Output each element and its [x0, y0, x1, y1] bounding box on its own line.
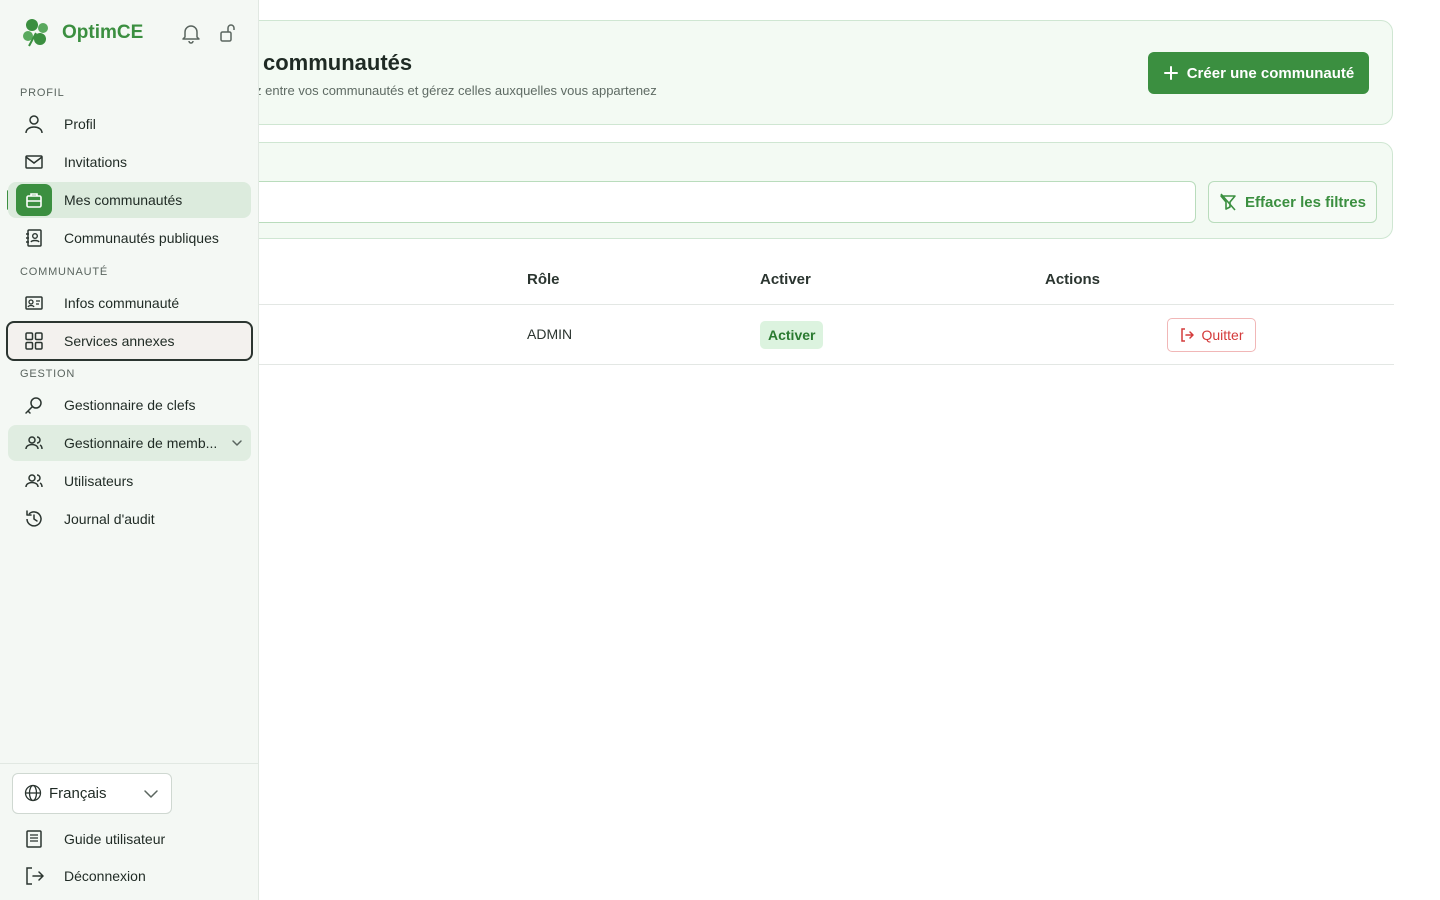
notifications-button[interactable]: [180, 22, 202, 49]
id-card-icon: [24, 293, 44, 313]
grid-icon: [24, 331, 44, 351]
sidebar-item-profil[interactable]: Profil: [8, 106, 251, 142]
section-label-profil: PROFIL: [20, 87, 65, 99]
column-header-actions: Actions: [1045, 271, 1101, 288]
section-label-communaute: COMMUNAUTÉ: [20, 266, 109, 278]
user-guide-link[interactable]: Guide utilisateur: [8, 823, 251, 855]
sidebar-item-services-annexes[interactable]: Services annexes: [6, 321, 253, 361]
quit-button[interactable]: Quitter: [1167, 318, 1256, 352]
key-icon: [24, 395, 44, 415]
history-icon: [24, 509, 44, 529]
brand[interactable]: OptimCE: [20, 18, 143, 48]
row-role: ADMIN: [527, 326, 573, 342]
quit-label: Quitter: [1201, 327, 1244, 343]
sidebar-item-invitations[interactable]: Invitations: [8, 144, 251, 180]
sidebar-item-label: Communautés publiques: [64, 230, 219, 246]
sidebar: OptimCE PROFIL Profil Invitations Mes co…: [0, 0, 259, 900]
users-icon: [24, 471, 44, 491]
chevron-down-icon: [144, 790, 158, 798]
language-value: Français: [49, 785, 107, 802]
globe-icon: [24, 784, 42, 802]
logout-icon: [24, 866, 44, 891]
status-badge: Activer: [760, 321, 824, 349]
create-community-label: Créer une communauté: [1186, 64, 1355, 82]
plus-icon: [1163, 66, 1178, 80]
users-icon: [24, 433, 44, 453]
sidebar-item-mes-communautes[interactable]: Mes communautés: [8, 182, 251, 218]
page-title: communautés: [263, 50, 413, 75]
sidebar-item-gestionnaire-clefs[interactable]: Gestionnaire de clefs: [8, 387, 251, 423]
clover-logo-icon: [23, 19, 48, 47]
app-name: OptimCE: [62, 22, 144, 43]
bell-icon: [182, 25, 200, 44]
sidebar-item-label: Mes communautés: [64, 192, 183, 208]
sidebar-item-label: Journal d'audit: [64, 511, 155, 527]
unlock-icon: [220, 24, 235, 42]
sidebar-item-infos-communaute[interactable]: Infos communauté: [8, 285, 251, 321]
sidebar-item-utilisateurs[interactable]: Utilisateurs: [8, 463, 251, 499]
column-header-role: Rôle: [527, 271, 560, 288]
clear-filters-button[interactable]: Effacer les filtres: [1208, 181, 1377, 223]
logout-icon: [1181, 328, 1195, 342]
sidebar-item-label: Utilisateurs: [64, 473, 134, 489]
table-header-divider: [200, 304, 1394, 305]
user-guide-label: Guide utilisateur: [64, 831, 166, 847]
sidebar-item-label: Gestionnaire de memb...: [64, 435, 218, 451]
user-icon: [24, 114, 44, 134]
filter-off-icon: [1220, 193, 1236, 211]
briefcase-icon: [16, 184, 52, 216]
sidebar-item-label: Infos communauté: [64, 295, 180, 311]
lock-button[interactable]: [218, 22, 238, 49]
search-input[interactable]: [200, 181, 1196, 223]
contact-book-icon: [24, 228, 44, 248]
sidebar-item-label: Profil: [64, 116, 96, 132]
sidebar-item-label: Services annexes: [64, 333, 175, 349]
clear-filters-label: Effacer les filtres: [1245, 193, 1366, 211]
sidebar-item-label: Gestionnaire de clefs: [64, 397, 196, 413]
chevron-down-icon: [232, 440, 242, 446]
logout-link[interactable]: Déconnexion: [8, 860, 251, 892]
table-row-divider: [200, 364, 1394, 365]
book-icon: [24, 829, 44, 854]
sidebar-item-communautes-publiques[interactable]: Communautés publiques: [8, 220, 251, 256]
sidebar-item-gestionnaire-membres[interactable]: Gestionnaire de memb...: [8, 425, 251, 461]
mail-icon: [24, 152, 44, 172]
create-community-button[interactable]: Créer une communauté: [1148, 52, 1369, 94]
logout-label: Déconnexion: [64, 868, 146, 884]
sidebar-item-journal-audit[interactable]: Journal d'audit: [8, 501, 251, 537]
language-select[interactable]: Français: [12, 773, 172, 814]
column-header-activer: Activer: [760, 271, 811, 288]
sidebar-item-label: Invitations: [64, 154, 128, 170]
page-subtitle: z entre vos communautés et gérez celles …: [255, 83, 657, 98]
sidebar-divider: [0, 763, 258, 764]
section-label-gestion: GESTION: [20, 368, 76, 380]
